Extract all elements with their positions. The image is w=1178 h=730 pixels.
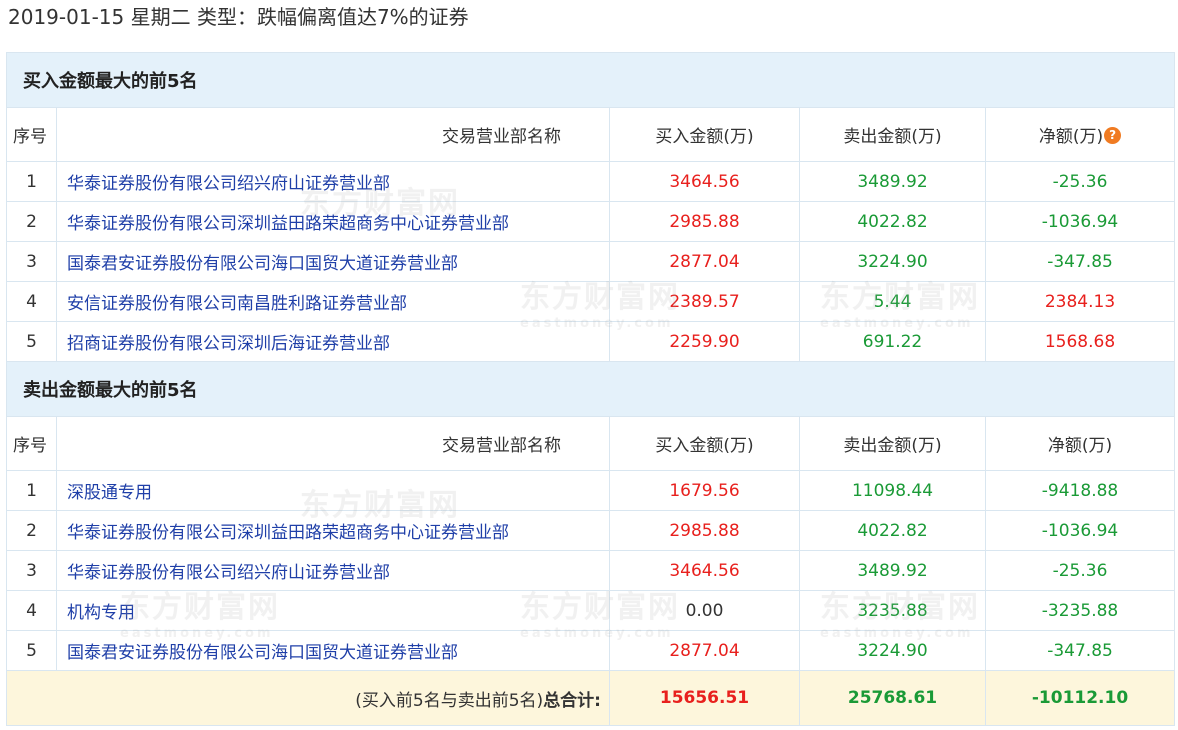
net-amount: -3235.88 — [984, 590, 1176, 631]
table-row: 3 国泰君安证券股份有限公司海口国贸大道证券营业部 2877.04 3224.9… — [6, 241, 1176, 282]
buy-amount: 2985.88 — [609, 201, 800, 242]
total-sell-amount: 25768.61 — [799, 670, 986, 726]
broker-link[interactable]: 国泰君安证券股份有限公司海口国贸大道证券营业部 — [56, 630, 610, 671]
broker-link[interactable]: 华泰证券股份有限公司深圳益田路荣超商务中心证券营业部 — [56, 201, 610, 242]
row-rank: 3 — [6, 550, 57, 591]
page-title: 2019-01-15 星期二 类型：跌幅偏离值达7%的证券 — [8, 5, 469, 29]
total-label: (买入前5名与卖出前5名)总合计: — [6, 670, 610, 726]
total-net-amount: -10112.10 — [984, 670, 1176, 726]
buy-amount: 2985.88 — [609, 510, 800, 551]
column-header-row: 序号 交易营业部名称 买入金额(万) 卖出金额(万) 净额(万)? — [6, 107, 1176, 162]
col-header-net-amount: 净额(万) — [984, 416, 1176, 471]
col-header-buy-amount: 买入金额(万) — [609, 416, 800, 471]
sell-amount: 691.22 — [799, 321, 986, 362]
total-row: (买入前5名与卖出前5名)总合计: 15656.51 25768.61 -101… — [6, 670, 1176, 726]
total-label-prefix: (买入前5名与卖出前5名) — [355, 690, 544, 711]
dragon-tiger-table-wrap: 买入金额最大的前5名 序号 交易营业部名称 买入金额(万) 卖出金额(万) 净额… — [5, 52, 1176, 726]
buy-amount: 2389.57 — [609, 281, 800, 322]
sell-amount: 3489.92 — [799, 550, 986, 591]
net-amount: -25.36 — [984, 550, 1176, 591]
broker-link[interactable]: 招商证券股份有限公司深圳后海证券营业部 — [56, 321, 610, 362]
buy-amount: 3464.56 — [609, 161, 800, 202]
buy-amount: 0.00 — [609, 590, 800, 631]
row-rank: 1 — [6, 161, 57, 202]
col-header-buy-amount: 买入金额(万) — [609, 107, 800, 162]
table-row: 3 华泰证券股份有限公司绍兴府山证券营业部 3464.56 3489.92 -2… — [6, 550, 1176, 591]
row-rank: 4 — [6, 281, 57, 322]
sell-amount: 3489.92 — [799, 161, 986, 202]
net-amount: -347.85 — [984, 241, 1176, 282]
broker-trading-table: 买入金额最大的前5名 序号 交易营业部名称 买入金额(万) 卖出金额(万) 净额… — [5, 52, 1176, 726]
net-amount: -9418.88 — [984, 470, 1176, 511]
sell-amount: 3224.90 — [799, 630, 986, 671]
help-icon[interactable]: ? — [1104, 127, 1122, 144]
table-row: 1 华泰证券股份有限公司绍兴府山证券营业部 3464.56 3489.92 -2… — [6, 161, 1176, 202]
row-rank: 1 — [6, 470, 57, 511]
table-row: 4 机构专用 0.00 3235.88 -3235.88 — [6, 590, 1176, 631]
col-header-net-amount: 净额(万)? — [984, 107, 1176, 162]
section-title: 卖出金额最大的前5名 — [5, 361, 1176, 417]
col-header-rank: 序号 — [6, 107, 57, 162]
broker-link[interactable]: 华泰证券股份有限公司绍兴府山证券营业部 — [56, 161, 610, 202]
column-header-row: 序号 交易营业部名称 买入金额(万) 卖出金额(万) 净额(万) — [6, 416, 1176, 471]
broker-link[interactable]: 机构专用 — [56, 590, 610, 631]
buy-amount: 2259.90 — [609, 321, 800, 362]
table-row: 2 华泰证券股份有限公司深圳益田路荣超商务中心证券营业部 2985.88 402… — [6, 201, 1176, 242]
buy-amount: 2877.04 — [609, 630, 800, 671]
table-row: 4 安信证券股份有限公司南昌胜利路证券营业部 2389.57 5.44 2384… — [6, 281, 1176, 322]
table-row: 5 国泰君安证券股份有限公司海口国贸大道证券营业部 2877.04 3224.9… — [6, 630, 1176, 671]
broker-link[interactable]: 安信证券股份有限公司南昌胜利路证券营业部 — [56, 281, 610, 322]
table-row: 2 华泰证券股份有限公司深圳益田路荣超商务中心证券营业部 2985.88 402… — [6, 510, 1176, 551]
broker-link[interactable]: 华泰证券股份有限公司深圳益田路荣超商务中心证券营业部 — [56, 510, 610, 551]
total-buy-amount: 15656.51 — [609, 670, 800, 726]
buy-amount: 3464.56 — [609, 550, 800, 591]
col-header-sell-amount: 卖出金额(万) — [799, 416, 986, 471]
net-amount: -1036.94 — [984, 510, 1176, 551]
broker-link[interactable]: 深股通专用 — [56, 470, 610, 511]
net-amount: 2384.13 — [984, 281, 1176, 322]
col-header-rank: 序号 — [6, 416, 57, 471]
table-row: 5 招商证券股份有限公司深圳后海证券营业部 2259.90 691.22 156… — [6, 321, 1176, 362]
row-rank: 2 — [6, 201, 57, 242]
row-rank: 4 — [6, 590, 57, 631]
sell-amount: 4022.82 — [799, 201, 986, 242]
row-rank: 5 — [6, 630, 57, 671]
sell-amount: 3224.90 — [799, 241, 986, 282]
buy-amount: 2877.04 — [609, 241, 800, 282]
col-header-broker-name: 交易营业部名称 — [56, 416, 610, 471]
col-header-broker-name: 交易营业部名称 — [56, 107, 610, 162]
section-header-buy-top5: 买入金额最大的前5名 — [5, 52, 1176, 108]
col-header-net-label: 净额(万) — [1038, 127, 1104, 147]
buy-amount: 1679.56 — [609, 470, 800, 511]
sell-amount: 5.44 — [799, 281, 986, 322]
sell-amount: 3235.88 — [799, 590, 986, 631]
table-row: 1 深股通专用 1679.56 11098.44 -9418.88 — [6, 470, 1176, 511]
row-rank: 2 — [6, 510, 57, 551]
net-amount: -347.85 — [984, 630, 1176, 671]
section-header-sell-top5: 卖出金额最大的前5名 — [5, 361, 1176, 417]
sell-amount: 11098.44 — [799, 470, 986, 511]
net-amount: -1036.94 — [984, 201, 1176, 242]
broker-link[interactable]: 国泰君安证券股份有限公司海口国贸大道证券营业部 — [56, 241, 610, 282]
row-rank: 5 — [6, 321, 57, 362]
col-header-sell-amount: 卖出金额(万) — [799, 107, 986, 162]
total-label-bold: 总合计: — [543, 690, 601, 711]
section-title: 买入金额最大的前5名 — [5, 52, 1176, 108]
row-rank: 3 — [6, 241, 57, 282]
sell-amount: 4022.82 — [799, 510, 986, 551]
net-amount: 1568.68 — [984, 321, 1176, 362]
net-amount: -25.36 — [984, 161, 1176, 202]
broker-link[interactable]: 华泰证券股份有限公司绍兴府山证券营业部 — [56, 550, 610, 591]
